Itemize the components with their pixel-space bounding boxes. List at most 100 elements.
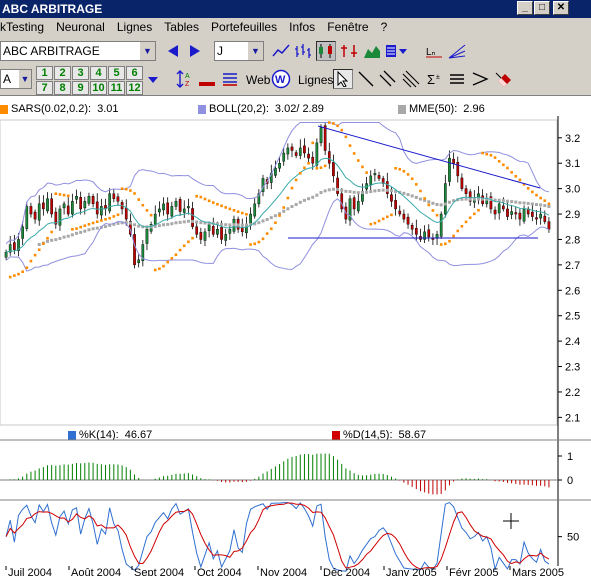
- mme-point: [406, 193, 410, 197]
- period-1-button[interactable]: 1: [36, 66, 53, 80]
- mme-point: [360, 191, 364, 195]
- candle-body: [336, 177, 339, 194]
- sar-point: [240, 211, 244, 215]
- eraser-tool[interactable]: [494, 69, 514, 89]
- mme-point: [153, 224, 157, 228]
- sar-point: [452, 234, 455, 238]
- minimize-button[interactable]: _: [517, 1, 533, 15]
- candle-body: [332, 161, 335, 177]
- resistance-trendline: [317, 125, 541, 189]
- line-chart-button[interactable]: [271, 41, 291, 61]
- close-button[interactable]: ✕: [553, 1, 569, 15]
- candle-body: [253, 203, 257, 217]
- sar-point: [514, 174, 518, 178]
- previous-button[interactable]: [163, 41, 183, 61]
- period-3-button[interactable]: 3: [72, 66, 89, 80]
- mme-point: [261, 219, 265, 223]
- period-9-button[interactable]: 9: [72, 81, 89, 95]
- candle-body: [207, 224, 211, 232]
- mme-point: [530, 202, 534, 206]
- mme-point: [385, 188, 389, 192]
- mme-point: [182, 220, 186, 224]
- menu-tables[interactable]: Tables: [164, 20, 199, 34]
- candle-body: [535, 217, 538, 220]
- underline-button[interactable]: [197, 69, 217, 89]
- sar-point: [352, 152, 356, 155]
- menu-infos[interactable]: Infos: [289, 20, 315, 34]
- sar-point: [62, 193, 66, 197]
- y-tick-label: 2.3: [565, 362, 580, 374]
- trendline-tool[interactable]: [356, 69, 376, 89]
- log-scale-icon: Lₙ: [426, 47, 442, 58]
- mme-point: [352, 190, 356, 194]
- period-2-button[interactable]: 2: [54, 66, 71, 80]
- sar-point: [493, 156, 497, 159]
- mme-point: [195, 220, 199, 224]
- mme-point: [128, 221, 132, 225]
- horizontal-lines-tool[interactable]: [447, 69, 467, 89]
- sort-button[interactable]: AZ: [174, 69, 194, 89]
- sar-point: [158, 267, 161, 271]
- candle-body: [83, 201, 87, 209]
- chevron-down-icon[interactable]: ▼: [19, 70, 31, 88]
- sar-point: [518, 178, 522, 182]
- angle-tool[interactable]: [470, 69, 490, 89]
- candle-body: [443, 183, 447, 215]
- sar-point: [348, 144, 352, 147]
- menu-help[interactable]: ?: [381, 20, 388, 34]
- sar-point: [17, 272, 20, 276]
- menu-neuronal[interactable]: Neuronal: [56, 20, 105, 34]
- hl-button[interactable]: [339, 41, 359, 61]
- y-tick-label: 2.1: [565, 412, 580, 424]
- bar-chart-button[interactable]: [293, 41, 313, 61]
- mme-point: [410, 194, 414, 198]
- period-select[interactable]: J ▼: [214, 41, 264, 61]
- mme-point: [460, 197, 464, 201]
- period-8-button[interactable]: 8: [54, 81, 71, 95]
- fibonacci-fan-button[interactable]: [447, 41, 467, 61]
- y-tick-label: 2.9: [565, 209, 580, 221]
- sar-point: [510, 171, 513, 174]
- maximize-button[interactable]: □: [534, 1, 550, 15]
- menu-portefeuilles[interactable]: Portefeuilles: [211, 20, 277, 34]
- chevron-down-icon[interactable]: ▼: [140, 42, 155, 60]
- candle-body: [100, 206, 103, 216]
- mme-point: [50, 238, 54, 242]
- candle-body: [456, 161, 460, 177]
- area-chart-button[interactable]: [362, 41, 382, 61]
- font-size-select[interactable]: A ▼: [0, 69, 32, 89]
- candle-body: [510, 211, 513, 215]
- candle-body: [307, 153, 310, 159]
- next-button[interactable]: [185, 41, 205, 61]
- chevron-down-icon[interactable]: ▼: [248, 42, 263, 60]
- indicators-dropdown[interactable]: [384, 41, 410, 61]
- lines-style-button[interactable]: [220, 69, 240, 89]
- log-scale-button[interactable]: Lₙ: [424, 41, 444, 61]
- channel-tool[interactable]: [401, 69, 421, 89]
- period-12-button[interactable]: 12: [126, 81, 143, 95]
- sigma-tool[interactable]: Σ ±: [424, 69, 444, 89]
- periods-dropdown[interactable]: [146, 70, 160, 90]
- period-6-button[interactable]: 6: [126, 66, 143, 80]
- menu-fenetre[interactable]: Fenêtre: [327, 20, 368, 34]
- pointer-tool[interactable]: [333, 69, 353, 89]
- k-name: %K(14):: [79, 429, 119, 441]
- period-11-button[interactable]: 11: [108, 81, 125, 95]
- mme-point: [389, 189, 393, 193]
- menu-lignes[interactable]: Lignes: [117, 20, 152, 34]
- parallel-lines-tool[interactable]: [378, 69, 398, 89]
- sar-point: [228, 207, 232, 211]
- menu-backtesting[interactable]: kTesting: [0, 20, 44, 34]
- candlestick-button[interactable]: [316, 41, 336, 61]
- sar-point: [37, 248, 41, 252]
- period-7-button[interactable]: 7: [36, 81, 53, 95]
- candle-body: [352, 197, 356, 210]
- web-button[interactable]: W: [271, 69, 291, 89]
- period-10-button[interactable]: 10: [90, 81, 107, 95]
- period-5-button[interactable]: 5: [108, 66, 125, 80]
- symbol-select[interactable]: ABC ARBITRAGE ▼: [0, 41, 156, 61]
- mme-point: [323, 189, 327, 193]
- period-4-button[interactable]: 4: [90, 66, 107, 80]
- mme-name: MME(50):: [409, 103, 458, 115]
- candle-body: [398, 210, 402, 215]
